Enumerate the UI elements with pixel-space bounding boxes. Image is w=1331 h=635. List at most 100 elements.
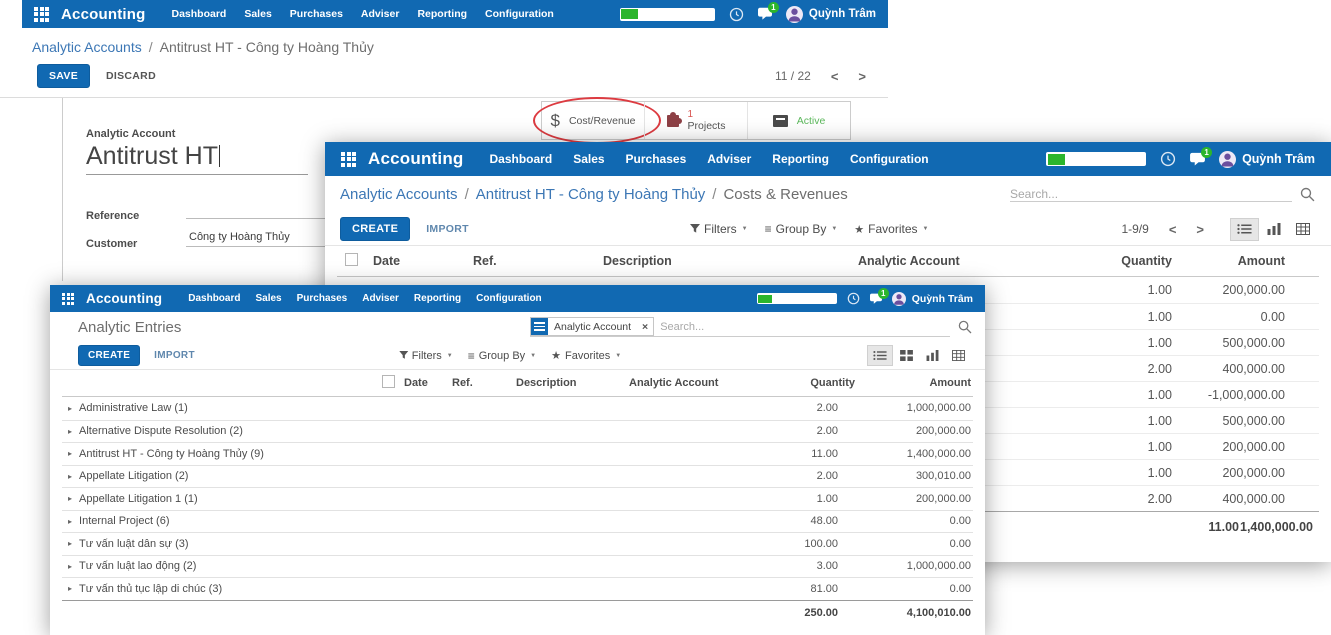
menu-sales[interactable]: Sales	[573, 152, 604, 166]
menu-reporting[interactable]: Reporting	[417, 8, 467, 20]
group-row[interactable]: ▸Tư vấn luật dân sự (3)100.000.00	[62, 532, 973, 555]
menu-dashboard[interactable]: Dashboard	[172, 8, 227, 20]
create-button[interactable]: CREATE	[340, 217, 410, 241]
discard-button[interactable]: DISCARD	[106, 70, 156, 82]
messages-icon[interactable]: 1	[869, 293, 883, 305]
select-all-checkbox[interactable]	[345, 253, 358, 266]
timer-progress-bar[interactable]	[1046, 152, 1146, 166]
menu-dashboard[interactable]: Dashboard	[490, 152, 553, 166]
menu-adviser[interactable]: Adviser	[361, 8, 400, 20]
cost-revenue-stat-button[interactable]: $ Cost/Revenue	[542, 102, 644, 139]
group-expand-icon[interactable]: ▸	[68, 539, 72, 548]
search-input[interactable]	[660, 321, 950, 333]
user-name[interactable]: Quỳnh Trâm	[809, 8, 876, 20]
breadcrumb-analytic-accounts[interactable]: Analytic Accounts	[340, 186, 458, 203]
menu-configuration[interactable]: Configuration	[476, 293, 542, 304]
customer-field[interactable]: Công ty Hoàng Thủy	[186, 231, 338, 247]
group-row[interactable]: ▸Internal Project (6)48.000.00	[62, 510, 973, 533]
timer-progress-bar[interactable]	[757, 293, 837, 304]
column-description[interactable]: Description	[516, 377, 629, 389]
menu-purchases[interactable]: Purchases	[297, 293, 348, 304]
create-button[interactable]: CREATE	[78, 345, 140, 366]
import-button[interactable]: IMPORT	[154, 350, 195, 361]
clock-icon[interactable]	[847, 292, 860, 305]
group-row[interactable]: ▸Tư vấn luật lao động (2)3.001,000,000.0…	[62, 555, 973, 578]
group-expand-icon[interactable]: ▸	[68, 494, 72, 503]
column-description[interactable]: Description	[603, 254, 858, 268]
group-by-dropdown[interactable]: ≡ Group By▼	[468, 349, 536, 363]
search-input[interactable]	[1010, 187, 1292, 201]
pager-prev-icon[interactable]: <	[1169, 222, 1177, 237]
group-expand-icon[interactable]: ▸	[68, 427, 72, 436]
menu-configuration[interactable]: Configuration	[850, 152, 929, 166]
group-row[interactable]: ▸Alternative Dispute Resolution (2)2.002…	[62, 420, 973, 443]
avatar[interactable]	[1219, 151, 1236, 168]
kanban-view-icon[interactable]	[893, 345, 919, 366]
favorites-dropdown[interactable]: ★ Favorites▼	[551, 349, 621, 363]
apps-grid-icon[interactable]	[341, 152, 356, 167]
column-date[interactable]: Date	[373, 254, 473, 268]
group-row[interactable]: ▸Antitrust HT - Công ty Hoàng Thủy (9)11…	[62, 442, 973, 465]
import-button[interactable]: IMPORT	[426, 223, 469, 235]
avatar[interactable]	[786, 6, 803, 23]
clock-icon[interactable]	[1160, 151, 1176, 167]
app-title[interactable]: Accounting	[86, 291, 162, 306]
save-button[interactable]: SAVE	[37, 64, 90, 88]
pivot-view-icon[interactable]	[1288, 218, 1317, 241]
group-row[interactable]: ▸Tư vấn thủ tục lập di chúc (3)81.000.00	[62, 577, 973, 600]
menu-adviser[interactable]: Adviser	[362, 293, 399, 304]
column-amount[interactable]: Amount	[855, 377, 973, 389]
column-quantity[interactable]: Quantity	[1058, 254, 1172, 268]
menu-reporting[interactable]: Reporting	[772, 152, 829, 166]
apps-grid-icon[interactable]	[34, 7, 49, 22]
messages-icon[interactable]: 1	[1189, 152, 1206, 167]
filters-dropdown[interactable]: Filters▼	[690, 222, 748, 236]
breadcrumb-record[interactable]: Antitrust HT - Công ty Hoàng Thủy	[476, 186, 706, 203]
user-name[interactable]: Quỳnh Trâm	[912, 293, 973, 305]
column-date[interactable]: Date	[404, 377, 452, 389]
group-expand-icon[interactable]: ▸	[68, 584, 72, 593]
avatar[interactable]	[892, 292, 906, 306]
pivot-view-icon[interactable]	[945, 345, 971, 366]
group-row[interactable]: ▸Administrative Law (1)2.001,000,000.00	[62, 397, 973, 420]
graph-view-icon[interactable]	[1259, 218, 1288, 241]
search-icon[interactable]	[958, 320, 972, 334]
group-by-dropdown[interactable]: ≡ Group By▼	[765, 222, 838, 236]
column-analytic-account[interactable]: Analytic Account	[629, 377, 742, 389]
clock-icon[interactable]	[729, 7, 744, 22]
group-expand-icon[interactable]: ▸	[68, 449, 72, 458]
group-row[interactable]: ▸Appellate Litigation (2)2.00300,010.00	[62, 465, 973, 488]
analytic-account-field[interactable]: Antitrust HT	[86, 142, 308, 175]
menu-purchases[interactable]: Purchases	[626, 152, 687, 166]
menu-dashboard[interactable]: Dashboard	[188, 293, 240, 304]
active-stat-button[interactable]: Active	[747, 102, 850, 139]
menu-configuration[interactable]: Configuration	[485, 8, 554, 20]
breadcrumb-analytic-accounts[interactable]: Analytic Accounts	[32, 39, 142, 55]
reference-field[interactable]	[186, 203, 338, 219]
menu-adviser[interactable]: Adviser	[707, 152, 751, 166]
app-title[interactable]: Accounting	[368, 149, 464, 169]
group-expand-icon[interactable]: ▸	[68, 562, 72, 571]
timer-progress-bar[interactable]	[620, 8, 715, 21]
graph-view-icon[interactable]	[919, 345, 945, 366]
menu-reporting[interactable]: Reporting	[414, 293, 461, 304]
filters-dropdown[interactable]: Filters▼	[399, 349, 453, 363]
column-ref[interactable]: Ref.	[452, 377, 516, 389]
menu-purchases[interactable]: Purchases	[290, 8, 343, 20]
pager-next-icon[interactable]: >	[858, 69, 866, 84]
projects-stat-button[interactable]: 1 Projects	[644, 102, 747, 139]
column-ref[interactable]: Ref.	[473, 254, 603, 268]
pager-value[interactable]: 11 / 22	[775, 69, 811, 83]
column-analytic-account[interactable]: Analytic Account	[858, 254, 1058, 268]
list-view-icon[interactable]	[1230, 218, 1259, 241]
group-row[interactable]: ▸Appellate Litigation 1 (1)1.00200,000.0…	[62, 487, 973, 510]
facet-remove-icon[interactable]: ×	[637, 318, 653, 335]
column-quantity[interactable]: Quantity	[742, 377, 855, 389]
menu-sales[interactable]: Sales	[244, 8, 271, 20]
app-title[interactable]: Accounting	[61, 6, 146, 23]
pager-prev-icon[interactable]: <	[831, 69, 839, 84]
pager-next-icon[interactable]: >	[1196, 222, 1204, 237]
user-name[interactable]: Quỳnh Trâm	[1242, 152, 1315, 166]
group-expand-icon[interactable]: ▸	[68, 517, 72, 526]
menu-sales[interactable]: Sales	[255, 293, 281, 304]
